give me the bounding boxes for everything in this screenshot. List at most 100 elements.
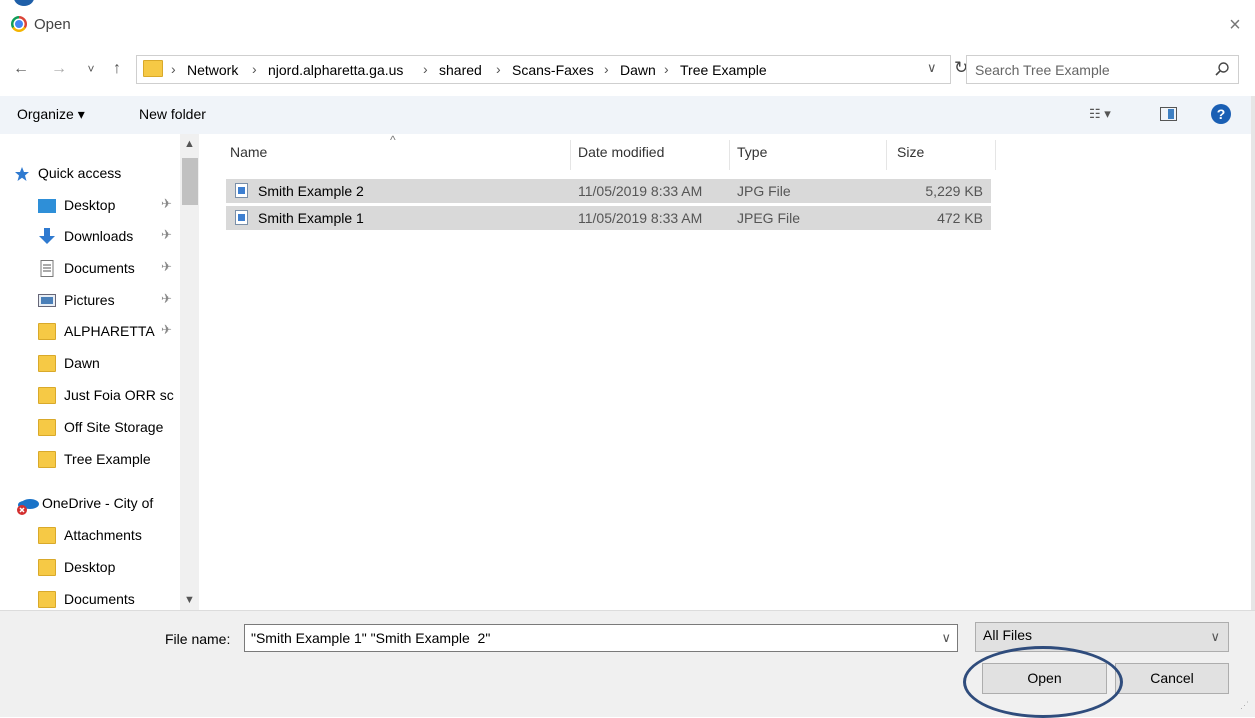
change-view-button[interactable]: ☷ ▾	[1089, 106, 1111, 122]
sidebar-item-quick-access[interactable]: Quick access	[0, 158, 185, 188]
navigation-pane[interactable]: Quick access Desktop ✈ Downloads ✈ Docum…	[0, 134, 203, 610]
organize-button[interactable]: Organize ▾	[17, 106, 85, 123]
folder-icon	[143, 60, 163, 77]
forward-button[interactable]: →	[48, 58, 70, 80]
address-bar[interactable]: › Network › njord.alpharetta.ga.us › sha…	[136, 55, 968, 84]
file-name-label: File name:	[165, 631, 231, 647]
cancel-button[interactable]: Cancel	[1115, 663, 1229, 694]
sidebar-item-dawn[interactable]: Dawn	[0, 348, 185, 378]
breadcrumb-network[interactable]: Network	[187, 62, 238, 78]
column-divider[interactable]	[886, 140, 887, 170]
folder-icon	[38, 387, 56, 404]
file-name-input[interactable]	[251, 629, 931, 647]
column-header-name[interactable]: Name	[230, 144, 267, 160]
sidebar-item-label: Tree Example	[64, 451, 151, 467]
folder-icon	[38, 591, 56, 608]
pin-icon[interactable]: ✈	[161, 322, 172, 338]
column-divider[interactable]	[570, 140, 571, 170]
breadcrumb-separator: ›	[604, 61, 609, 77]
sidebar-item-label: Attachments	[64, 527, 142, 543]
sidebar-item-label: ALPHARETTA	[64, 323, 155, 339]
breadcrumb-separator: ›	[171, 61, 176, 77]
folder-icon	[38, 451, 56, 468]
search-input[interactable]	[975, 60, 1195, 80]
sidebar-item-downloads[interactable]: Downloads ✈	[0, 221, 185, 251]
file-type-value: All Files	[983, 627, 1033, 643]
chrome-icon	[11, 16, 27, 32]
sidebar-item-desktop[interactable]: Desktop ✈	[0, 190, 185, 220]
column-header-date-modified[interactable]: Date modified	[578, 144, 664, 160]
sidebar-item-onedrive-documents[interactable]: Documents	[0, 584, 185, 610]
new-folder-button[interactable]: New folder	[139, 106, 206, 122]
scroll-down-icon[interactable]: ▼	[184, 594, 195, 606]
column-header-type[interactable]: Type	[737, 144, 767, 160]
file-row-smith-example-2[interactable]: Smith Example 2 11/05/2019 8:33 AM JPG F…	[226, 179, 991, 203]
desktop-icon	[38, 199, 56, 213]
chevron-down-icon[interactable]: ∨	[1210, 629, 1220, 645]
pin-icon[interactable]: ✈	[161, 227, 172, 243]
back-button[interactable]: ←	[10, 58, 32, 80]
file-date-modified: 11/05/2019 8:33 AM	[578, 210, 703, 226]
open-button[interactable]: Open	[982, 663, 1107, 694]
sidebar-scrollbar[interactable]	[180, 134, 199, 610]
breadcrumb-dawn[interactable]: Dawn	[620, 62, 656, 78]
sidebar-item-alpharetta[interactable]: ALPHARETTA ✈	[0, 316, 185, 346]
file-name-combobox[interactable]: ∨	[244, 624, 958, 652]
file-type: JPG File	[737, 183, 791, 199]
preview-pane-button[interactable]	[1160, 107, 1177, 121]
recent-locations-button[interactable]: ˅	[80, 58, 102, 80]
search-icon[interactable]	[1214, 61, 1230, 77]
breadcrumb-tree-example[interactable]: Tree Example	[680, 62, 767, 78]
breadcrumb-shared[interactable]: shared	[439, 62, 482, 78]
sidebar-item-label: Documents	[64, 591, 135, 607]
up-button[interactable]: ↑	[106, 58, 128, 80]
breadcrumb-njord[interactable]: njord.alpharetta.ga.us	[268, 62, 403, 78]
title-bar: Open ×	[0, 0, 1255, 50]
file-date-modified: 11/05/2019 8:33 AM	[578, 183, 703, 199]
sidebar-scrollbar-thumb[interactable]	[182, 158, 198, 205]
sidebar-item-tree-example[interactable]: Tree Example	[0, 444, 185, 474]
sidebar-item-onedrive[interactable]: OneDrive - City of	[0, 488, 185, 518]
column-header-size[interactable]: Size	[897, 144, 924, 160]
star-icon	[15, 167, 29, 181]
onedrive-icon	[17, 499, 39, 515]
resize-grip-icon[interactable]: ⋰	[1240, 700, 1249, 711]
file-type-select[interactable]: All Files ∨	[975, 622, 1229, 652]
file-row-smith-example-1[interactable]: Smith Example 1 11/05/2019 8:33 AM JPEG …	[226, 206, 991, 230]
downloads-icon	[39, 228, 55, 244]
pin-icon[interactable]: ✈	[161, 196, 172, 212]
sidebar-item-just-foia[interactable]: Just Foia ORR sc	[0, 380, 185, 410]
pin-icon[interactable]: ✈	[161, 291, 172, 307]
sidebar-item-label: OneDrive - City of	[42, 495, 154, 511]
sidebar-item-label: Desktop	[64, 559, 116, 575]
sort-ascending-icon: ^	[390, 133, 396, 147]
image-file-icon	[235, 183, 248, 198]
scroll-up-icon[interactable]: ▲	[184, 138, 195, 150]
sidebar-item-off-site-storage[interactable]: Off Site Storage	[0, 412, 185, 442]
sidebar-item-attachments[interactable]: Attachments	[0, 520, 185, 550]
breadcrumb-separator: ›	[664, 61, 669, 77]
chevron-down-icon[interactable]: ∨	[941, 630, 951, 646]
help-button[interactable]: ?	[1211, 104, 1231, 124]
image-file-icon	[235, 210, 248, 225]
column-divider[interactable]	[729, 140, 730, 170]
breadcrumb-scans-faxes[interactable]: Scans-Faxes	[512, 62, 594, 78]
file-size: 472 KB	[937, 210, 983, 226]
folder-icon	[38, 527, 56, 544]
folder-icon	[38, 323, 56, 340]
breadcrumb-separator: ›	[496, 61, 501, 77]
file-type: JPEG File	[737, 210, 801, 226]
pin-icon[interactable]: ✈	[161, 259, 172, 275]
folder-icon	[38, 559, 56, 576]
sidebar-item-documents[interactable]: Documents ✈	[0, 253, 185, 283]
sidebar-item-onedrive-desktop[interactable]: Desktop	[0, 552, 185, 582]
column-divider[interactable]	[995, 140, 996, 170]
sidebar-item-pictures[interactable]: Pictures ✈	[0, 285, 185, 315]
chevron-down-icon[interactable]: ∨	[927, 60, 937, 76]
pictures-icon	[38, 294, 56, 307]
folder-icon	[38, 419, 56, 436]
sidebar-item-label: Off Site Storage	[64, 419, 164, 435]
search-box[interactable]	[966, 55, 1239, 84]
breadcrumb-separator: ›	[252, 61, 257, 77]
close-button[interactable]: ×	[1222, 12, 1248, 38]
